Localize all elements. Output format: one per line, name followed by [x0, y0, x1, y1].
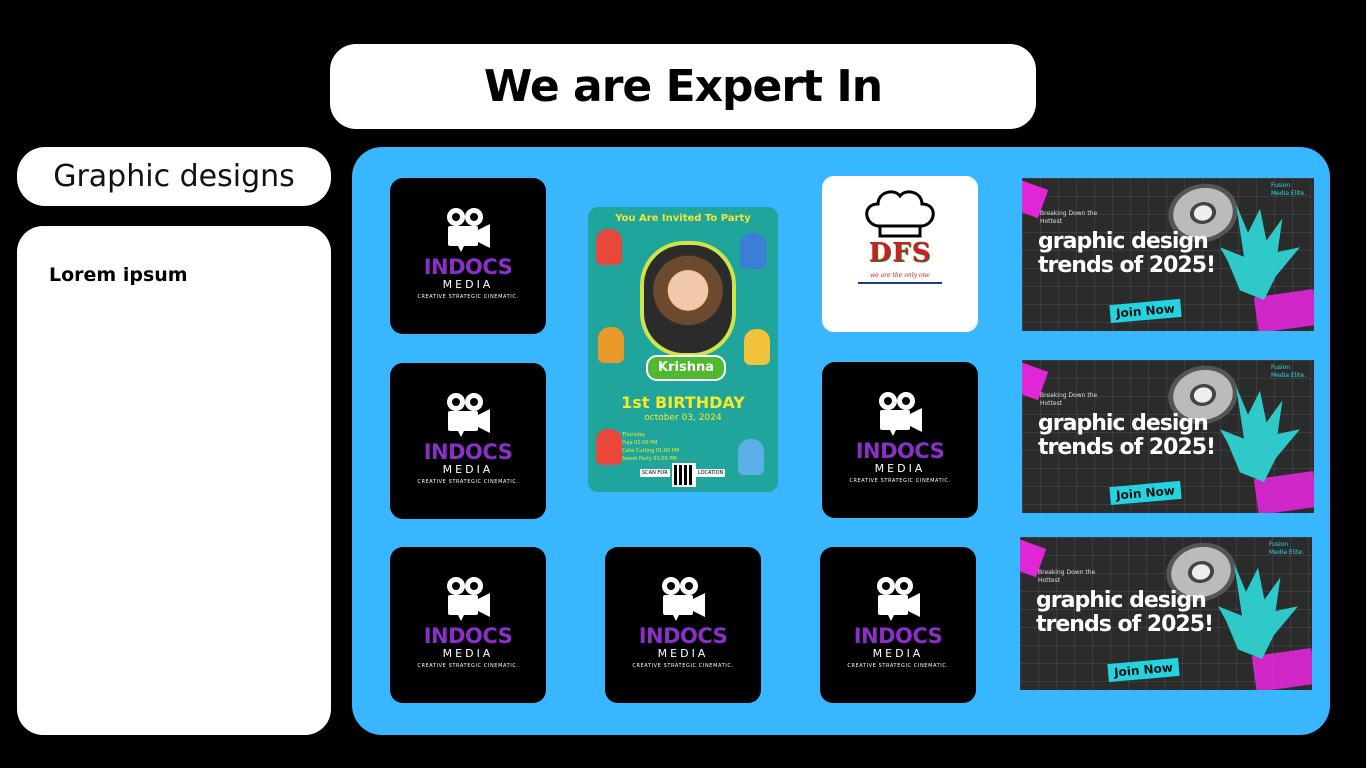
portfolio-item-indocs-logo[interactable]: INDOCS MEDIA CREATIVE STRATEGIC CINEMATI… — [390, 363, 546, 519]
brand-line: Media Elite. — [1270, 372, 1306, 379]
portfolio-item-trends-banner[interactable]: Fusion Media Elite. Breaking Down the Hot… — [1022, 360, 1314, 513]
child-photo — [640, 241, 736, 357]
portfolio-item-birthday-invite[interactable]: You Are Invited To Party Krishna 1st BIR… — [588, 207, 778, 492]
invite-occasion: 1st BIRTHDAY — [621, 393, 745, 412]
portfolio-item-trends-banner[interactable]: Fusion Media Elite. Breaking Down the Hot… — [1022, 178, 1314, 331]
brand-line: Media Elite. — [1268, 549, 1304, 556]
camera-icon — [447, 393, 490, 437]
banner-headline: graphic design trends of 2025! — [1038, 411, 1216, 460]
location-label: LOCATION — [696, 469, 726, 477]
logo-name: INDOCS — [423, 440, 513, 464]
banner-brand: Fusion Media Elite. — [1269, 541, 1304, 557]
camera-icon — [877, 577, 920, 621]
dfs-tagline: we are the only one — [870, 272, 930, 279]
portfolio-item-indocs-logo[interactable]: INDOCS MEDIA CREATIVE STRATEGIC CINEMATI… — [390, 547, 546, 703]
portfolio-item-trends-banner[interactable]: Fusion Media Elite. Breaking Down the Hot… — [1020, 537, 1312, 690]
portfolio-item-indocs-logo[interactable]: INDOCS MEDIA CREATIVE STRATEGIC CINEMATI… — [820, 547, 976, 703]
logo-tagline: CREATIVE STRATEGIC CINEMATIC. — [849, 478, 951, 484]
description-card: Lorem ipsum — [17, 226, 331, 735]
logo-name: INDOCS — [638, 624, 728, 648]
join-now-button[interactable]: Join Now — [1109, 298, 1182, 324]
logo-tagline: CREATIVE STRATEGIC CINEMATIC. — [847, 663, 949, 669]
camera-icon — [447, 208, 490, 252]
brand-line: Fusion — [1268, 541, 1289, 548]
banner-headline: graphic design trends of 2025! — [1038, 229, 1216, 278]
banner-kicker: Breaking Down the Hottest — [1038, 569, 1096, 584]
join-now-button[interactable]: Join Now — [1109, 480, 1182, 506]
brand-line: Fusion — [1270, 364, 1291, 371]
schedule-line: Thursday — [622, 432, 646, 438]
category-label: Graphic designs — [53, 159, 295, 194]
cartoon-kid-illustration — [596, 229, 622, 265]
logo-sub: MEDIA — [442, 647, 494, 660]
brand-line: Media Elite. — [1270, 190, 1306, 197]
camera-icon — [447, 577, 490, 621]
portfolio-item-dfs-logo[interactable]: DFS we are the only one — [822, 176, 978, 332]
invite-headline: You Are Invited To Party — [615, 213, 751, 224]
schedule-line: Puja 01:00 PM — [622, 440, 658, 446]
portfolio-item-indocs-logo[interactable]: INDOCS MEDIA CREATIVE STRATEGIC CINEMATI… — [605, 547, 761, 703]
banner-kicker: Breaking Down the Hottest — [1040, 392, 1098, 407]
logo-sub: MEDIA — [442, 278, 494, 291]
join-now-button[interactable]: Join Now — [1107, 657, 1180, 683]
cartoon-kid-illustration — [744, 329, 770, 365]
camera-icon — [662, 577, 705, 621]
dfs-underline — [858, 282, 942, 284]
qr-code-icon — [672, 463, 696, 487]
description-heading: Lorem ipsum — [49, 264, 188, 286]
banner-brand: Fusion Media Elite. — [1271, 364, 1306, 380]
logo-sub: MEDIA — [657, 647, 709, 660]
logo-name: INDOCS — [423, 255, 513, 279]
logo-sub: MEDIA — [874, 462, 926, 475]
banner-brand: Fusion Media Elite. — [1271, 182, 1306, 198]
portfolio-item-indocs-logo[interactable]: INDOCS MEDIA CREATIVE STRATEGIC CINEMATI… — [390, 178, 546, 334]
logo-name: INDOCS — [423, 624, 513, 648]
brand-line: Fusion — [1270, 182, 1291, 189]
logo-name: INDOCS — [853, 624, 943, 648]
logo-name: INDOCS — [855, 439, 945, 463]
page-title: We are Expert In — [483, 61, 883, 112]
invite-name: Krishna — [646, 355, 726, 381]
invite-schedule: Thursday Puja 01:00 PM Cake Cutting 01:0… — [622, 431, 746, 463]
logo-tagline: CREATIVE STRATEGIC CINEMATIC. — [417, 479, 519, 485]
logo-sub: MEDIA — [442, 463, 494, 476]
dfs-letters: DFS — [868, 238, 932, 268]
logo-tagline: CREATIVE STRATEGIC CINEMATIC. — [632, 663, 734, 669]
logo-tagline: CREATIVE STRATEGIC CINEMATIC. — [417, 294, 519, 300]
portfolio-item-indocs-logo[interactable]: INDOCS MEDIA CREATIVE STRATEGIC CINEMATI… — [822, 362, 978, 518]
header-pill: We are Expert In — [330, 44, 1036, 129]
logo-sub: MEDIA — [872, 647, 924, 660]
banner-headline: graphic design trends of 2025! — [1036, 588, 1214, 637]
camera-icon — [879, 392, 922, 436]
cartoon-kid-illustration — [740, 233, 766, 269]
scan-label: SCAN FOR — [640, 469, 670, 477]
category-pill[interactable]: Graphic designs — [17, 147, 331, 206]
chef-hat-icon — [865, 190, 935, 238]
banner-kicker: Breaking Down the Hottest — [1040, 210, 1098, 225]
cartoon-kid-illustration — [598, 327, 624, 363]
logo-tagline: CREATIVE STRATEGIC CINEMATIC. — [417, 663, 519, 669]
schedule-line: Sweet Party 01:00 PM — [622, 456, 677, 462]
cartoon-kid-illustration — [596, 429, 622, 465]
schedule-line: Cake Cutting 01:00 PM — [622, 448, 680, 454]
invite-date: october 03, 2024 — [644, 413, 722, 423]
